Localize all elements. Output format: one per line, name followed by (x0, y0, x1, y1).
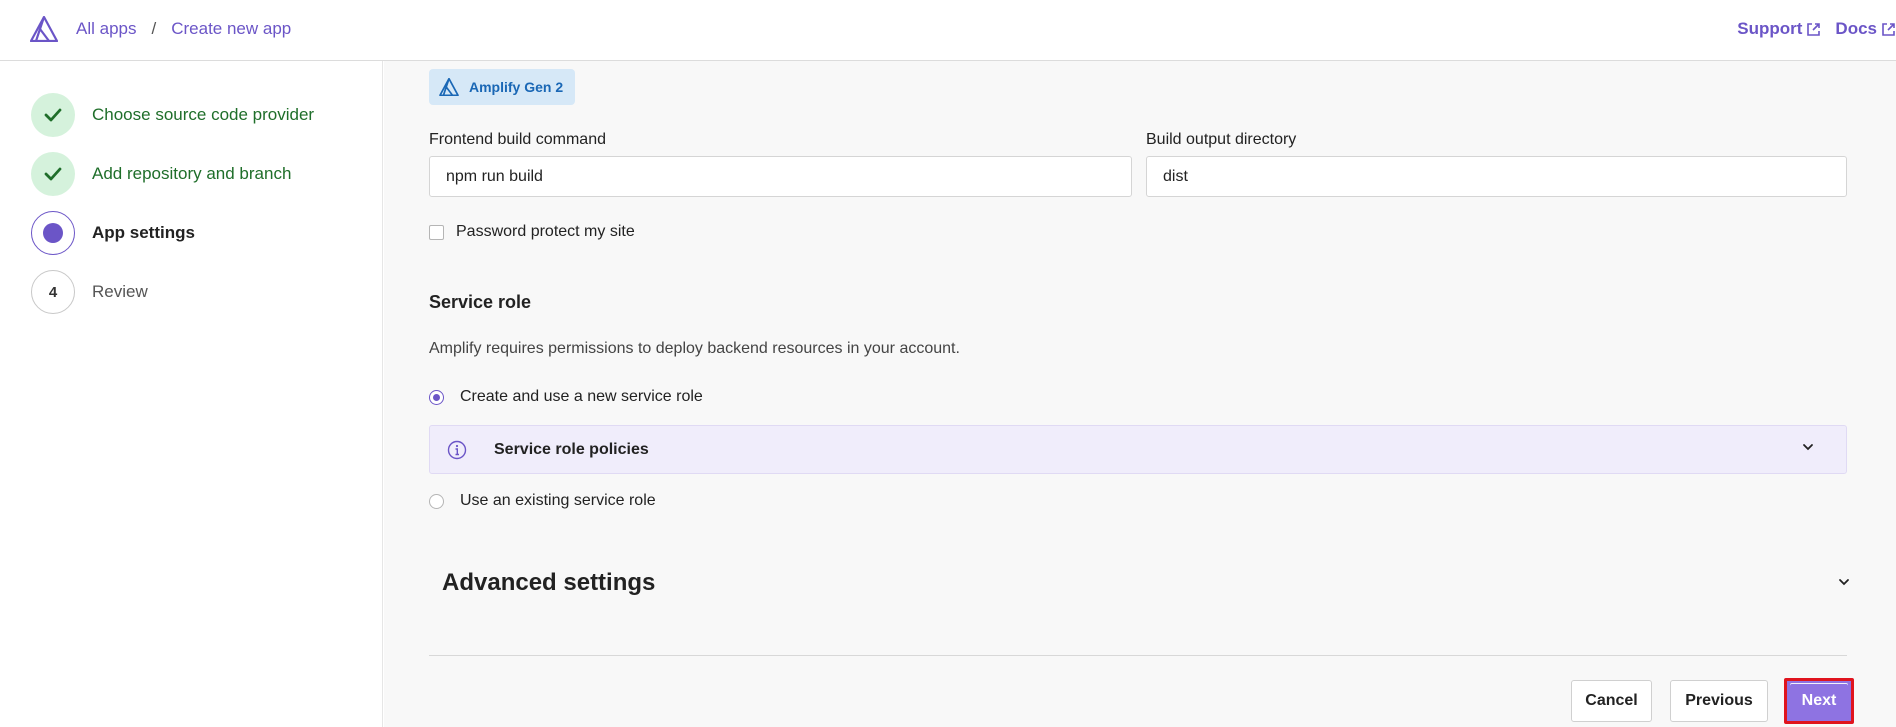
breadcrumb-separator: / (151, 19, 157, 38)
support-label: Support (1737, 19, 1803, 38)
step-choose-source[interactable]: Choose source code provider (31, 93, 314, 137)
build-output-label: Build output directory (1146, 131, 1297, 148)
password-protect-label: Password protect my site (456, 223, 635, 240)
wizard-sidebar: Choose source code provider Add reposito… (0, 61, 383, 727)
step-label: App settings (92, 223, 195, 242)
radio-create-new-role[interactable]: Create and use a new service role (429, 388, 703, 406)
build-output-input[interactable]: dist (1146, 156, 1847, 197)
step-label: Review (92, 282, 148, 301)
external-link-icon (1882, 22, 1895, 36)
frontend-build-label: Frontend build command (429, 131, 606, 148)
checkmark-icon (44, 167, 62, 181)
step-app-settings[interactable]: App settings (31, 211, 195, 255)
app-settings-panel: Amplify Gen 2 Frontend build command npm… (384, 61, 1896, 727)
radio-button-selected[interactable] (429, 389, 444, 405)
top-header: All apps / Create new app Support Docs (0, 0, 1896, 61)
amplify-gen2-badge: Amplify Gen 2 (429, 69, 576, 105)
support-link[interactable]: Support (1737, 19, 1821, 39)
footer-divider (429, 655, 1847, 656)
step-complete-indicator (31, 152, 75, 196)
header-links: Support Docs (1737, 19, 1896, 39)
step-add-repository[interactable]: Add repository and branch (31, 152, 291, 196)
radio-label: Create and use a new service role (460, 388, 703, 405)
previous-button[interactable]: Previous (1670, 680, 1768, 722)
amplify-logo-icon (439, 78, 459, 96)
checkmark-icon (44, 108, 62, 122)
frontend-build-input[interactable]: npm run build (429, 156, 1132, 197)
policies-label: Service role policies (494, 440, 649, 458)
breadcrumb-all-apps[interactable]: All apps (76, 19, 136, 39)
chevron-down-icon[interactable] (1838, 578, 1850, 586)
amplify-logo-icon[interactable] (30, 16, 58, 42)
step-review: 4 Review (31, 270, 148, 314)
radio-button[interactable] (429, 493, 444, 509)
external-link-icon (1807, 22, 1821, 36)
next-button-label: Next (1790, 682, 1848, 720)
step-current-indicator (31, 211, 75, 255)
radio-label: Use an existing service role (460, 492, 656, 509)
docs-label: Docs (1835, 19, 1877, 38)
step-label: Add repository and branch (92, 164, 292, 183)
current-dot-icon (43, 223, 63, 243)
step-complete-indicator (31, 93, 75, 137)
advanced-settings-header[interactable]: Advanced settings (442, 569, 655, 597)
cancel-button[interactable]: Cancel (1571, 680, 1652, 722)
service-role-policies-expander[interactable]: Service role policies (429, 425, 1847, 474)
docs-link[interactable]: Docs (1835, 19, 1896, 39)
chevron-down-icon (1803, 444, 1813, 451)
password-protect-checkbox[interactable] (429, 224, 444, 240)
service-role-title: Service role (429, 292, 532, 312)
step-number: 4 (31, 270, 75, 314)
badge-label: Amplify Gen 2 (469, 79, 564, 95)
service-role-description: Amplify requires permissions to deploy b… (429, 340, 960, 357)
breadcrumb-create-new-app[interactable]: Create new app (171, 19, 291, 39)
info-icon (447, 440, 467, 459)
password-protect-row[interactable]: Password protect my site (429, 223, 635, 241)
next-button[interactable]: Next (1784, 678, 1854, 724)
step-label: Choose source code provider (92, 105, 315, 124)
breadcrumb: All apps / Create new app (76, 19, 291, 39)
radio-existing-role[interactable]: Use an existing service role (429, 492, 656, 510)
